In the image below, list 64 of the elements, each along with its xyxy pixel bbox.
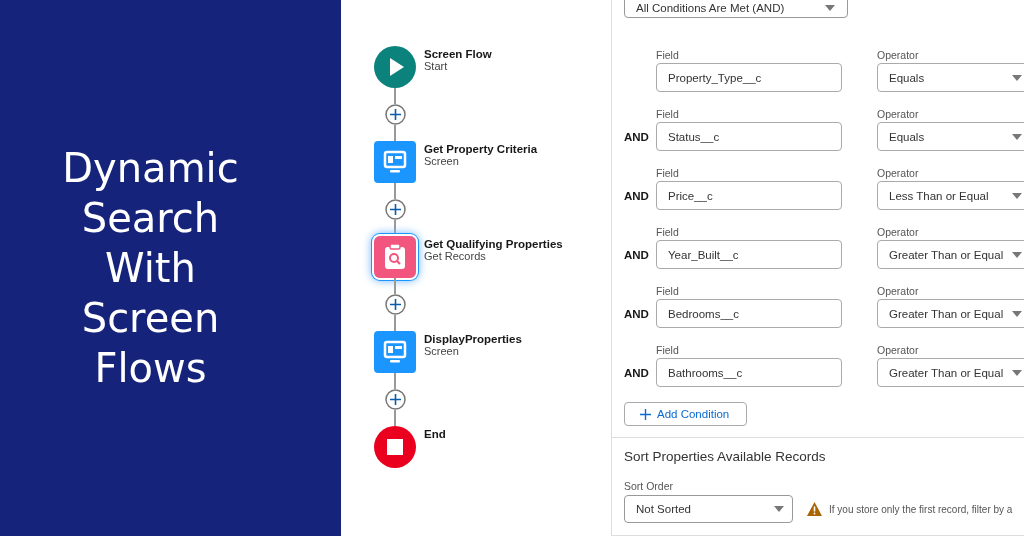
field-input[interactable]: Status__c [656,122,842,151]
field-label: Field [656,49,680,61]
operator-dropdown[interactable]: Greater Than or Equal [877,299,1024,328]
operator-label: Operator [877,344,920,356]
screen-node-icon[interactable] [374,331,416,373]
caret-icon [1012,192,1022,199]
node-type: Screen [424,155,460,167]
add-element-icon[interactable] [384,104,406,125]
logic-operator-label: AND [624,248,648,261]
logic-operator-label: AND [624,307,648,320]
operator-label: Operator [877,49,920,61]
operator-label: Operator [877,108,920,120]
add-element-icon[interactable] [384,389,406,410]
operator-dropdown[interactable]: Greater Than or Equal [877,240,1024,269]
operator-dropdown[interactable]: Equals [877,122,1024,151]
operator-label: Operator [877,285,920,297]
warning-icon [807,502,822,517]
start-node-icon[interactable] [374,46,416,88]
node-name: Screen Flow [424,48,492,60]
field-input[interactable]: Property_Type__c [656,63,842,92]
field-label: Field [656,285,680,297]
operator-dropdown[interactable]: Equals [877,63,1024,92]
banner-title: Dynamic Search With Screen Flows [62,144,239,393]
node-type: Get Records [424,250,487,262]
screen-node-icon[interactable] [374,141,416,183]
field-input[interactable]: Bathrooms__c [656,358,842,387]
plus-icon [640,408,651,420]
field-label: Field [656,108,680,120]
field-label: Field [656,226,680,238]
sort-order-dropdown[interactable]: Not Sorted [624,495,793,524]
field-label: Field [656,344,680,356]
operator-label: Operator [877,167,920,179]
add-condition-button[interactable]: Add Condition [624,402,747,427]
caret-icon [825,5,835,11]
section-heading: Sort Properties Available Records [624,449,827,465]
node-name: Get Qualifying Properties [424,238,563,250]
field-label: Field [656,167,680,179]
add-element-icon[interactable] [384,199,406,220]
logic-operator-label: AND [624,189,648,202]
field-input[interactable]: Year_Built__c [656,240,842,269]
caret-icon [1012,74,1022,81]
caret-icon [1012,251,1022,258]
sort-order-label: Sort Order [624,480,674,493]
operator-label: Operator [877,226,920,238]
node-name: Get Property Criteria [424,143,538,155]
caret-icon [1012,310,1022,317]
end-node-icon[interactable] [374,426,416,468]
node-type: Start [424,60,449,72]
operator-dropdown[interactable]: Greater Than or Equal [877,358,1024,387]
node-name: End [424,428,446,440]
records-node-icon[interactable] [374,236,416,278]
field-input[interactable]: Price__c [656,181,842,210]
field-input[interactable]: Bedrooms__c [656,299,842,328]
caret-icon [1012,369,1022,376]
caret-icon [1012,133,1022,140]
add-element-icon[interactable] [384,294,406,315]
logic-operator-label: AND [624,130,648,143]
operator-dropdown[interactable]: Less Than or Equal [877,181,1024,210]
warning-text: If you store only the first record, filter by a [829,503,1013,515]
node-name: DisplayProperties [424,333,522,345]
node-type: Screen [424,345,460,357]
logic-operator-label: AND [624,366,648,379]
condition-requirement-dropdown[interactable]: All Conditions Are Met (AND) [624,0,848,18]
caret-icon [774,506,784,513]
